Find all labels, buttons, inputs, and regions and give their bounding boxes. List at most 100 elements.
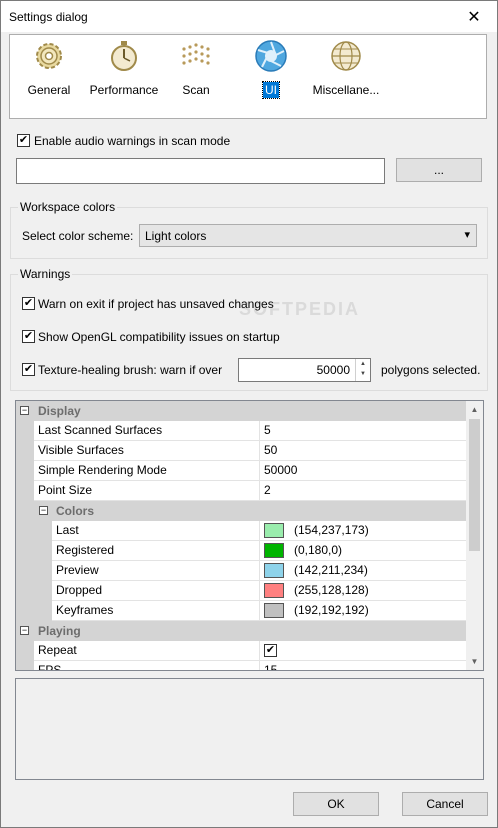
color-scheme-select[interactable]: Light colors ▾ — [139, 224, 477, 247]
property-value[interactable]: 50 — [260, 441, 468, 461]
property-value[interactable]: 2 — [260, 481, 468, 501]
grid-scrollbar[interactable]: ▲ ▼ — [466, 401, 483, 670]
property-row[interactable]: Point Size 2 — [16, 481, 468, 501]
row-gutter — [16, 641, 34, 661]
property-name: Last Scanned Surfaces — [34, 421, 260, 441]
tab-ui[interactable]: UI — [253, 39, 289, 99]
row-gutter — [34, 541, 52, 561]
property-value[interactable]: 15 — [260, 661, 468, 670]
description-panel — [15, 678, 484, 780]
cancel-button[interactable]: Cancel — [402, 792, 488, 816]
tab-miscellaneous[interactable]: Miscellane... — [310, 39, 382, 98]
category-playing[interactable]: − Playing — [16, 621, 468, 641]
property-name: Point Size — [34, 481, 260, 501]
color-value: (154,237,173) — [294, 523, 369, 537]
property-name: Registered — [52, 541, 260, 561]
color-scheme-label: Select color scheme: — [22, 229, 134, 243]
browse-button[interactable]: ... — [396, 158, 482, 182]
row-gutter — [16, 441, 34, 461]
row-gutter — [16, 481, 34, 501]
property-value[interactable]: (0,180,0) — [260, 541, 468, 561]
opengl-issues-checkbox[interactable]: ✔ — [22, 330, 35, 343]
property-row[interactable]: FPS 15 — [16, 661, 468, 670]
property-name: Keyframes — [52, 601, 260, 621]
globe-icon — [331, 41, 361, 71]
property-name: Repeat — [34, 641, 260, 661]
tab-performance[interactable]: Performance — [86, 39, 162, 98]
polygons-stepper[interactable]: 50000 ▲ ▼ — [238, 358, 371, 382]
property-row[interactable]: Simple Rendering Mode 50000 — [16, 461, 468, 481]
scroll-thumb[interactable] — [469, 419, 480, 551]
audio-path-input[interactable] — [16, 158, 385, 184]
collapse-icon[interactable]: − — [20, 406, 29, 415]
row-gutter — [34, 561, 52, 581]
color-row-last[interactable]: Last (154,237,173) — [16, 521, 468, 541]
row-gutter — [16, 601, 34, 621]
close-button[interactable]: ✕ — [451, 1, 497, 32]
aperture-icon — [255, 40, 287, 72]
softpedia-watermark: SOFTPEDIA — [239, 299, 361, 319]
row-gutter — [16, 421, 34, 441]
property-row[interactable]: Last Scanned Surfaces 5 — [16, 421, 468, 441]
row-gutter — [34, 601, 52, 621]
category-display[interactable]: − Display — [16, 401, 468, 421]
color-swatch — [264, 523, 284, 538]
color-swatch — [264, 543, 284, 558]
category-label: Playing — [38, 624, 81, 638]
property-name: Simple Rendering Mode — [34, 461, 260, 481]
title-bar: Settings dialog ✕ — [1, 1, 497, 32]
property-name: Visible Surfaces — [34, 441, 260, 461]
color-row-dropped[interactable]: Dropped (255,128,128) — [16, 581, 468, 601]
scroll-up-icon[interactable]: ▲ — [466, 401, 483, 418]
row-gutter — [16, 561, 34, 581]
property-row[interactable]: Visible Surfaces 50 — [16, 441, 468, 461]
repeat-checkbox[interactable]: ✔ — [264, 644, 277, 657]
collapse-icon[interactable]: − — [20, 626, 29, 635]
property-value[interactable]: (154,237,173) — [260, 521, 468, 541]
texture-brush-checkbox[interactable]: ✔ — [22, 363, 35, 376]
window-title: Settings dialog — [9, 10, 88, 24]
category-colors[interactable]: − Colors — [16, 501, 468, 521]
color-value: (255,128,128) — [294, 583, 369, 597]
property-value[interactable]: (142,211,234) — [260, 561, 468, 581]
color-value: (0,180,0) — [294, 543, 343, 557]
color-row-preview[interactable]: Preview (142,211,234) — [16, 561, 468, 581]
row-gutter — [16, 541, 34, 561]
stepper-arrows-icon[interactable]: ▲ ▼ — [355, 359, 370, 381]
settings-dialog: Settings dialog ✕ General Performance Sc… — [0, 0, 498, 828]
tab-scan[interactable]: Scan — [176, 39, 216, 98]
category-label: Colors — [56, 504, 95, 518]
ok-button[interactable]: OK — [293, 792, 379, 816]
tab-label: Scan — [182, 83, 210, 97]
polygons-suffix-label: polygons selected. — [381, 363, 481, 377]
tab-general[interactable]: General — [24, 39, 74, 98]
collapse-icon[interactable]: − — [39, 506, 48, 515]
color-swatch — [264, 583, 284, 598]
texture-brush-label: Texture-healing brush: warn if over — [38, 363, 223, 377]
property-value[interactable]: 50000 — [260, 461, 468, 481]
tab-label: UI — [262, 81, 280, 99]
property-name: Last — [52, 521, 260, 541]
tab-label: Performance — [89, 83, 159, 97]
color-row-keyframes[interactable]: Keyframes (192,192,192) — [16, 601, 468, 621]
workspace-colors-title: Workspace colors — [18, 200, 118, 214]
property-value[interactable]: 5 — [260, 421, 468, 441]
row-gutter — [16, 521, 34, 541]
row-gutter — [16, 661, 34, 670]
audio-warnings-checkbox[interactable]: ✔ — [17, 134, 30, 147]
property-value[interactable]: ✔ — [260, 641, 468, 661]
scroll-down-icon[interactable]: ▼ — [466, 653, 483, 670]
property-value[interactable]: (192,192,192) — [260, 601, 468, 621]
color-row-registered[interactable]: Registered (0,180,0) — [16, 541, 468, 561]
property-grid[interactable]: − Display Last Scanned Surfaces 5 Visibl… — [15, 400, 484, 671]
property-name: FPS — [34, 661, 260, 670]
color-value: (142,211,234) — [294, 563, 368, 577]
property-value[interactable]: (255,128,128) — [260, 581, 468, 601]
category-label: Display — [38, 404, 81, 418]
tab-label: Miscellane... — [312, 83, 380, 97]
category-tabs: General Performance Scan UI Miscellane..… — [9, 34, 487, 119]
warn-unsaved-checkbox[interactable]: ✔ — [22, 297, 35, 310]
opengl-issues-label: Show OpenGL compatibility issues on star… — [38, 330, 280, 344]
color-swatch — [264, 603, 284, 618]
property-row[interactable]: Repeat ✔ — [16, 641, 468, 661]
